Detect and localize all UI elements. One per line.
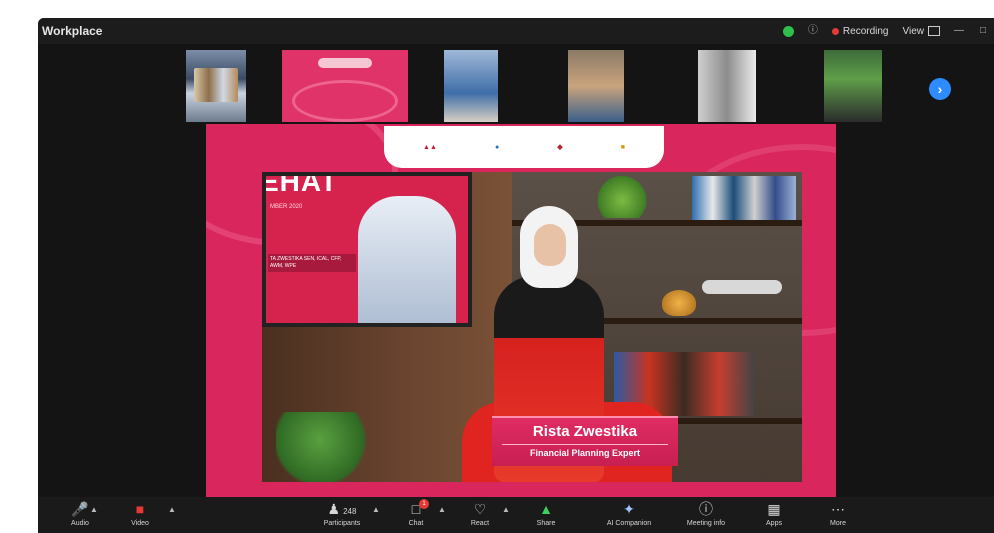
audio-options-caret-icon[interactable]: ▲ [90,505,98,514]
ai-companion-label: AI Companion [606,520,652,527]
sponsor-logo-bar: ▲▲ ● ◆ ■ [384,126,664,168]
participants-options-caret-icon[interactable]: ▲ [372,505,380,514]
participant-thumbnail[interactable] [186,50,246,122]
video-off-icon: ■ [135,501,145,517]
meeting-info-button[interactable]: ⓘ Meeting info [674,501,738,527]
meeting-window: Workplace ⓘ Recording View — □ › ▲▲ ● ◆ … [38,18,994,533]
speaker-role: Financial Planning Expert [529,448,641,458]
info-icon[interactable]: ⓘ [808,26,818,36]
participants-icon: ♟ 248 [327,501,357,517]
maximize-icon[interactable]: □ [978,26,988,36]
record-dot-icon [831,27,839,35]
apps-icon: ▦ [767,501,781,517]
participant-thumbnail-strip: › [38,46,994,126]
video-button[interactable]: ■ Video [110,501,170,527]
window-title: Workplace [42,24,103,38]
participant-thumbnail[interactable] [282,50,408,122]
tv-person-image [358,196,456,323]
react-label: React [470,520,490,527]
participant-thumbnail[interactable] [444,50,498,122]
plant [276,412,386,482]
info-circle-icon: ⓘ [699,501,713,517]
divider [502,444,668,445]
tv-title: EHAT [262,172,339,197]
react-button[interactable]: ♡ React [450,501,510,527]
sponsor-logo: ■ [620,143,625,151]
chat-button[interactable]: □ 1 Chat [386,499,446,527]
meeting-toolbar: 🎤 Audio ▲ ■ Video ▲ ♟ 248 Participants ▲ … [38,497,994,533]
security-shield-icon[interactable] [782,25,794,37]
react-options-caret-icon[interactable]: ▲ [502,505,510,514]
audio-button[interactable]: 🎤 Audio [50,501,110,527]
heart-icon: ♡ [473,501,487,517]
more-button[interactable]: ⋯ More [808,501,868,527]
group-photo [194,68,238,102]
participants-button[interactable]: ♟ 248 Participants [302,501,382,527]
tv-caption: TA ZWESTIKA SEN, ICAL, CFP, AWM, WPE [268,254,356,272]
ai-companion-button[interactable]: ✦ AI Companion [594,501,664,527]
tv-date: MBER 2020 [270,204,303,210]
next-page-button[interactable]: › [929,78,951,100]
participants-count: 248 [343,507,357,516]
view-label: View [902,25,925,37]
decorative-swirl [292,80,398,122]
chat-badge: 1 [419,499,429,509]
name-lower-third: Rista Zwestika Financial Planning Expert [492,416,678,466]
participant-thumbnail[interactable] [698,50,756,122]
chat-icon: □ [411,501,421,517]
speaker-face [534,224,566,266]
chat-label: Chat [408,520,424,527]
model-airplane [702,280,782,294]
plant [592,174,652,218]
apps-label: Apps [766,520,782,527]
chat-options-caret-icon[interactable]: ▲ [438,505,446,514]
participant-thumbnail[interactable] [824,50,882,122]
titlebar-controls: ⓘ Recording View — □ [782,22,988,40]
more-label: More [830,520,846,527]
chevron-right-icon: › [937,81,943,97]
more-icon: ⋯ [831,501,845,517]
video-label: Video [131,520,149,527]
speaker-name: Rista Zwestika [532,423,638,440]
apps-button[interactable]: ▦ Apps [744,501,804,527]
share-screen-icon: ▲ [539,501,553,517]
recording-indicator[interactable]: Recording [831,25,889,37]
audio-label: Audio [71,520,89,527]
shared-screen: ▲▲ ● ◆ ■ EHAT MBER 2020 TA ZWESTIKA SEN,… [206,124,836,497]
gold-ornament [662,290,696,316]
minimize-icon[interactable]: — [954,26,964,36]
participant-thumbnail[interactable] [568,50,624,122]
titlebar: Workplace ⓘ Recording View — □ [38,18,994,44]
sponsor-logo: ▲▲ [423,143,437,151]
meeting-info-label: Meeting info [686,520,726,527]
sponsor-logo: ◆ [557,144,563,151]
share-button[interactable]: ▲ Share [516,501,576,527]
sponsor-logo: ● [494,143,500,151]
thumbnail-banner [318,58,372,68]
recording-label: Recording [842,25,889,37]
speaker-video: EHAT MBER 2020 TA ZWESTIKA SEN, ICAL, CF… [262,172,802,482]
video-options-caret-icon[interactable]: ▲ [168,505,176,514]
tv-screen: EHAT MBER 2020 TA ZWESTIKA SEN, ICAL, CF… [262,172,472,327]
microphone-muted-icon: 🎤 [71,501,89,517]
participants-label: Participants [323,520,361,527]
books-top-shelf [692,176,796,220]
view-button[interactable]: View [902,25,940,37]
sparkle-icon: ✦ [623,501,635,517]
grid-view-icon [928,26,940,36]
share-label: Share [536,520,556,527]
